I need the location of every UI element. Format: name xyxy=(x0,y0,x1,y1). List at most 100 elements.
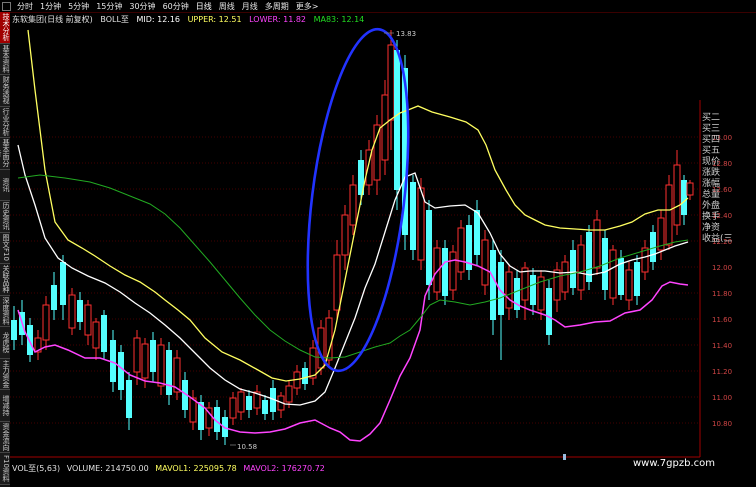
candle-body xyxy=(387,44,395,121)
tab-1min[interactable]: 1分钟 xyxy=(40,1,61,12)
mavol2-value: MAVOL2: 176270.72 xyxy=(243,464,325,473)
candle-body xyxy=(166,350,172,395)
vol-indicator[interactable]: VOL至(5,63) xyxy=(12,464,60,473)
volume-value: VOLUME: 214750.00 xyxy=(66,464,149,473)
tab-timeshare[interactable]: 分时 xyxy=(17,1,33,12)
candle-body xyxy=(665,184,673,246)
candle-body xyxy=(309,347,317,379)
quote-label-8: 总量 xyxy=(702,190,721,200)
candle-body xyxy=(417,187,425,261)
candle-body xyxy=(101,315,107,352)
upper-band-line xyxy=(27,29,689,382)
candle-body xyxy=(157,344,165,387)
indicator-info-line: 东软集团(日线 前复权) BOLL至 MID: 12.16 UPPER: 12.… xyxy=(12,14,369,25)
boll-lower: LOWER: 11.82 xyxy=(249,15,307,24)
menu-icon[interactable] xyxy=(2,1,11,11)
candle-body xyxy=(530,275,536,305)
candle-body xyxy=(92,321,100,349)
tab-multi-period[interactable]: 多周期 xyxy=(265,1,289,12)
quote-label-3: 买四 xyxy=(702,135,721,145)
candle-body xyxy=(686,182,694,196)
left-tab-11[interactable]: 龙虎榜 xyxy=(0,327,10,359)
quote-panel: 买二 买三 买四 买五 现价 涨跌 涨幅 总量 外盘 换手 净资 收益(三 xyxy=(702,113,733,245)
candle-body xyxy=(229,397,237,419)
price-tick-label: 12.00 xyxy=(712,264,732,272)
candle-body xyxy=(681,180,687,215)
left-tab-1[interactable]: 技术分析 xyxy=(0,12,10,44)
tab-30min[interactable]: 30分钟 xyxy=(129,1,155,12)
left-tab-12[interactable]: 主力资金 xyxy=(0,358,10,390)
candle-body xyxy=(490,250,496,320)
candle-body xyxy=(325,317,333,361)
boll-mid: MID: 12.16 xyxy=(136,15,181,24)
left-tab-13[interactable]: 增减持 xyxy=(0,390,10,422)
tab-monthly[interactable]: 月线 xyxy=(242,1,258,12)
left-tab-3[interactable]: 财务透视 xyxy=(0,75,10,107)
candle-body xyxy=(27,325,33,355)
candle-body xyxy=(68,294,76,329)
candle-body xyxy=(237,391,245,413)
candle-body xyxy=(42,304,50,341)
candle-body xyxy=(521,267,529,301)
lower-band-line xyxy=(17,259,689,442)
candle-body xyxy=(457,227,465,273)
watermark: www.7gpzb.com xyxy=(633,458,715,469)
quote-label-12: 收益(三 xyxy=(702,234,733,244)
candle-body xyxy=(118,352,124,390)
left-tab-6[interactable]: 资讯 xyxy=(0,169,10,201)
candle-body xyxy=(481,239,489,286)
low-label: 10.58 xyxy=(237,443,257,451)
candle-body xyxy=(426,210,432,285)
left-tab-2[interactable]: 基本资料 xyxy=(0,43,10,75)
candle-body xyxy=(505,271,513,309)
candlestick-chart[interactable]: 13.0012.8012.6012.4012.2012.0011.8011.60… xyxy=(0,0,756,487)
price-tick-label: 10.80 xyxy=(712,420,732,428)
candle-body xyxy=(285,385,293,403)
left-tab-9[interactable]: 关联品种 xyxy=(0,264,10,296)
candle-body xyxy=(333,254,341,311)
quote-label-1: 买二 xyxy=(702,113,721,123)
left-tab-8[interactable]: 图文F10 xyxy=(0,232,10,264)
candle-body xyxy=(150,340,156,372)
candle-body xyxy=(570,250,576,288)
tab-daily[interactable]: 日线 xyxy=(196,1,212,12)
candle-body xyxy=(410,182,416,250)
candle-body xyxy=(11,320,17,340)
left-tab-5[interactable]: 基本面分析 xyxy=(0,138,10,170)
tab-60min[interactable]: 60分钟 xyxy=(163,1,189,12)
left-tab-7[interactable]: 历史资讯 xyxy=(0,201,10,233)
candle-body xyxy=(133,337,141,373)
candle-body xyxy=(634,262,640,296)
quote-label-10: 换手 xyxy=(702,212,721,222)
indicator-name[interactable]: BOLL至 xyxy=(100,15,129,24)
candle-body xyxy=(341,214,349,256)
highlight-circle xyxy=(306,27,410,373)
period-toolbar: 分时 1分钟 5分钟 15分钟 30分钟 60分钟 日线 周线 月线 多周期 更… xyxy=(0,0,756,13)
tab-weekly[interactable]: 周线 xyxy=(219,1,235,12)
quote-label-2: 买三 xyxy=(702,124,721,134)
price-tick-label: 11.40 xyxy=(712,342,732,350)
candle-body xyxy=(84,304,92,336)
tab-15min[interactable]: 15分钟 xyxy=(96,1,122,12)
quote-label-4: 买五 xyxy=(702,146,721,156)
candle-body xyxy=(625,269,633,301)
quote-label-6: 涨跌 xyxy=(702,168,721,178)
left-tab-4[interactable]: 行业分析 xyxy=(0,106,10,138)
left-tab-14[interactable]: 资金流向 xyxy=(0,421,10,453)
candle-body xyxy=(577,244,585,291)
candle-body xyxy=(246,396,252,410)
price-tick-label: 11.20 xyxy=(712,368,732,376)
tab-5min[interactable]: 5分钟 xyxy=(68,1,89,12)
candle-body xyxy=(553,269,561,301)
candle-body xyxy=(394,50,400,190)
candle-body xyxy=(546,288,552,335)
candle-body xyxy=(141,343,149,379)
boll-upper: UPPER: 12.51 xyxy=(187,15,242,24)
price-tick-label: 11.60 xyxy=(712,316,732,324)
candle-body xyxy=(593,219,601,269)
candle-body xyxy=(126,380,132,418)
tab-more[interactable]: 更多> xyxy=(296,1,319,12)
high-label: 13.83 xyxy=(396,30,416,38)
left-tab-15[interactable]: F10资料 xyxy=(0,453,10,485)
left-tab-10[interactable]: 深度资料 xyxy=(0,295,10,327)
